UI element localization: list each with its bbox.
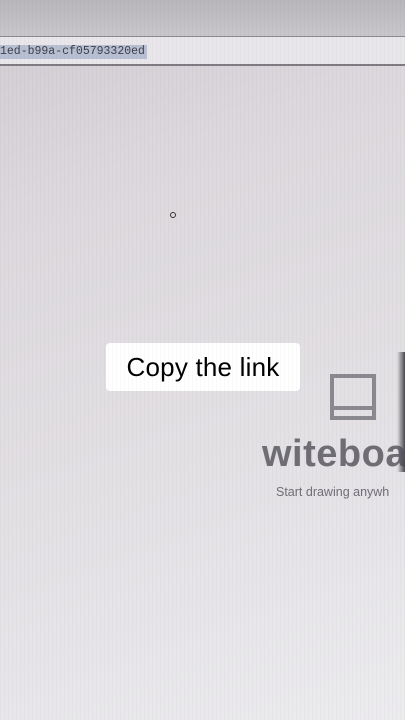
address-bar[interactable]: 1ed-b99a-cf05793320ed <box>0 36 405 66</box>
app-brand-name: witeboa <box>262 433 405 475</box>
mouse-cursor-icon <box>170 212 176 218</box>
video-caption: Copy the link <box>106 343 300 391</box>
monitor-bezel <box>0 0 405 36</box>
whiteboard-icon <box>330 374 376 420</box>
screen-edge-shadow <box>397 352 405 472</box>
app-tagline: Start drawing anywh <box>276 485 390 499</box>
address-url-selected[interactable]: 1ed-b99a-cf05793320ed <box>0 45 147 59</box>
